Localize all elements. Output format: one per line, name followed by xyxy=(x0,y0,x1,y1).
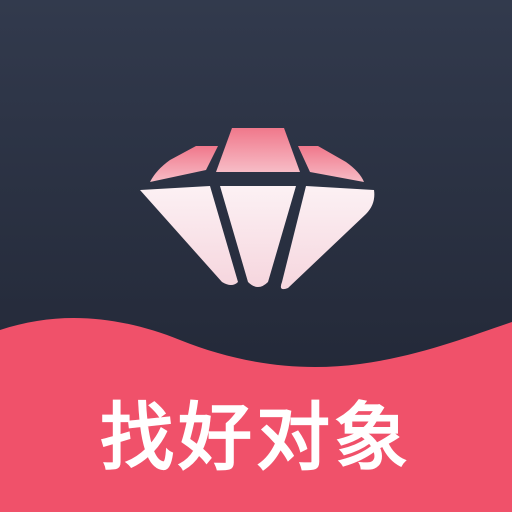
app-name-caption: 找好对象 xyxy=(100,395,412,481)
app-icon[interactable]: 找好对象 xyxy=(0,0,512,512)
